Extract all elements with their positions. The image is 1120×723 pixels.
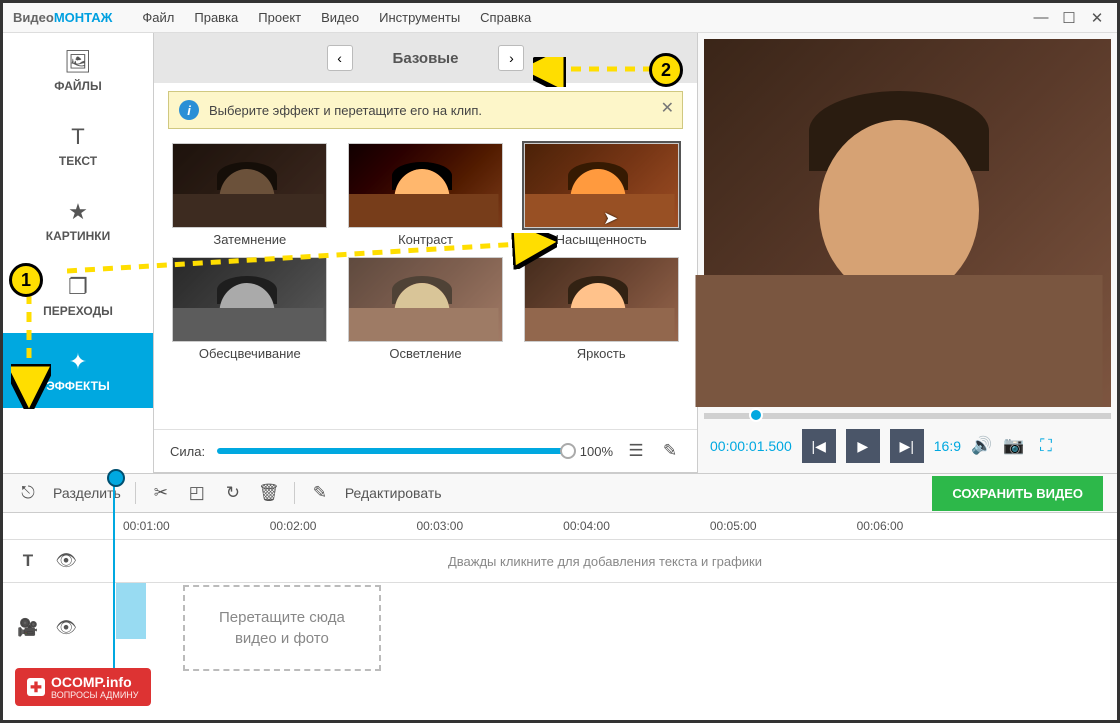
maximize-icon[interactable]: ☐ — [1059, 9, 1079, 27]
eye-icon[interactable]: 👁 — [55, 617, 77, 639]
seek-bar[interactable] — [704, 413, 1111, 419]
playhead[interactable] — [113, 477, 115, 687]
sidebar-item-text[interactable]: TТЕКСТ — [3, 108, 153, 183]
rotate-icon[interactable]: ↻ — [222, 482, 244, 504]
sidebar-item-images[interactable]: ★КАРТИНКИ — [3, 183, 153, 258]
split-button[interactable]: Разделить — [53, 485, 121, 501]
time-display: 00:00:01.500 — [710, 438, 792, 454]
annotation-2: 2 — [649, 53, 683, 87]
menubar: ВидеоМОНТАЖ Файл Правка Проект Видео Инс… — [3, 3, 1117, 33]
minimize-icon[interactable]: — — [1031, 9, 1051, 27]
text-track-icon: T — [17, 550, 39, 572]
app-brand: ВидеоМОНТАЖ — [13, 10, 112, 25]
timeline-ruler: 00:01:00 00:02:00 00:03:00 00:04:00 00:0… — [3, 513, 1117, 539]
sidebar-item-effects[interactable]: ✦ЭФФЕКТЫ — [3, 333, 153, 408]
cursor-icon: ➤ — [603, 208, 618, 229]
strength-label: Сила: — [170, 444, 205, 459]
menu-file[interactable]: Файл — [142, 10, 174, 25]
sidebar-item-files[interactable]: 🖼ФАЙЛЫ — [3, 33, 153, 108]
effect-lighten[interactable]: Осветление — [344, 257, 508, 361]
edit-icon[interactable]: ✎ — [309, 482, 331, 504]
wand-icon: ✦ — [69, 349, 87, 375]
clip-thumbnail[interactable] — [116, 583, 146, 639]
menu-project[interactable]: Проект — [258, 10, 301, 25]
video-track-icon: 🎥 — [17, 617, 39, 639]
category-tabs: ‹ Базовые › — [154, 33, 697, 83]
next-button[interactable]: ▶| — [890, 429, 924, 463]
copy-icon: ❐ — [68, 274, 88, 300]
text-track[interactable]: T 👁 Дважды кликните для добавления текст… — [3, 539, 1117, 583]
annotation-1: 1 — [9, 263, 43, 297]
text-track-hint: Дважды кликните для добавления текста и … — [448, 554, 762, 569]
effect-brightness[interactable]: Яркость — [519, 257, 683, 361]
edit-toolbar: ⎋ Разделить ✂ ◰ ↻ 🗑 ✎ Редактировать СОХР… — [3, 473, 1117, 513]
star-icon: ★ — [68, 199, 88, 225]
watermark: ✚ OCOMP.infoВОПРОСЫ АДМИНУ — [15, 668, 151, 706]
menu-tools[interactable]: Инструменты — [379, 10, 460, 25]
preview-pane: 00:00:01.500 |◀ ▶ ▶| 16:9 🔊 📷 ⛶ — [698, 33, 1117, 473]
plus-icon: ✚ — [27, 678, 45, 696]
menu-video[interactable]: Видео — [321, 10, 359, 25]
video-track[interactable]: 🎥 👁 Перетащите сюда видео и фото — [3, 583, 1117, 673]
strength-value: 100% — [580, 444, 613, 459]
effects-panel: ‹ Базовые › i Выберите эффект и перетащи… — [153, 33, 698, 473]
effect-desaturate[interactable]: Обесцвечивание — [168, 257, 332, 361]
menu-help[interactable]: Справка — [480, 10, 531, 25]
effect-darken[interactable]: Затемнение — [168, 143, 332, 247]
fullscreen-icon[interactable]: ⛶ — [1035, 435, 1057, 457]
sidebar: 🖼ФАЙЛЫ TТЕКСТ ★КАРТИНКИ ❐ПЕРЕХОДЫ ✦ЭФФЕК… — [3, 33, 153, 473]
hint-close-button[interactable]: ✕ — [661, 98, 674, 118]
video-preview — [704, 39, 1111, 407]
effect-saturation[interactable]: Насыщенность — [519, 143, 683, 247]
hint-text: Выберите эффект и перетащите его на клип… — [209, 103, 482, 118]
sliders-icon[interactable]: ☰ — [625, 440, 647, 462]
hint-bar: i Выберите эффект и перетащите его на кл… — [168, 91, 683, 129]
edit-button[interactable]: Редактировать — [345, 485, 442, 501]
strength-slider[interactable] — [217, 448, 568, 454]
menu-edit[interactable]: Правка — [194, 10, 238, 25]
crop-icon[interactable]: ◰ — [186, 482, 208, 504]
drop-zone[interactable]: Перетащите сюда видео и фото — [183, 585, 381, 671]
eye-icon[interactable]: 👁 — [55, 550, 77, 572]
play-button[interactable]: ▶ — [846, 429, 880, 463]
close-icon[interactable]: ✕ — [1087, 9, 1107, 27]
delete-icon[interactable]: 🗑 — [258, 482, 280, 504]
info-icon: i — [179, 100, 199, 120]
prev-button[interactable]: |◀ — [802, 429, 836, 463]
aspect-ratio-label[interactable]: 16:9 — [934, 438, 961, 454]
category-label: Базовые — [393, 50, 459, 67]
effect-contrast[interactable]: Контраст — [344, 143, 508, 247]
cut-icon[interactable]: ✂ — [150, 482, 172, 504]
image-icon: 🖼 — [64, 49, 92, 75]
volume-icon[interactable]: 🔊 — [971, 435, 993, 457]
text-icon: T — [71, 124, 84, 150]
prev-category-button[interactable]: ‹ — [327, 45, 353, 71]
split-icon[interactable]: ⎋ — [17, 482, 39, 504]
snapshot-icon[interactable]: 📷 — [1003, 435, 1025, 457]
strength-row: Сила: 100% ☰ ✎ — [154, 429, 697, 472]
save-video-button[interactable]: СОХРАНИТЬ ВИДЕО — [932, 476, 1103, 511]
brush-icon[interactable]: ✎ — [659, 440, 681, 462]
next-category-button[interactable]: › — [498, 45, 524, 71]
